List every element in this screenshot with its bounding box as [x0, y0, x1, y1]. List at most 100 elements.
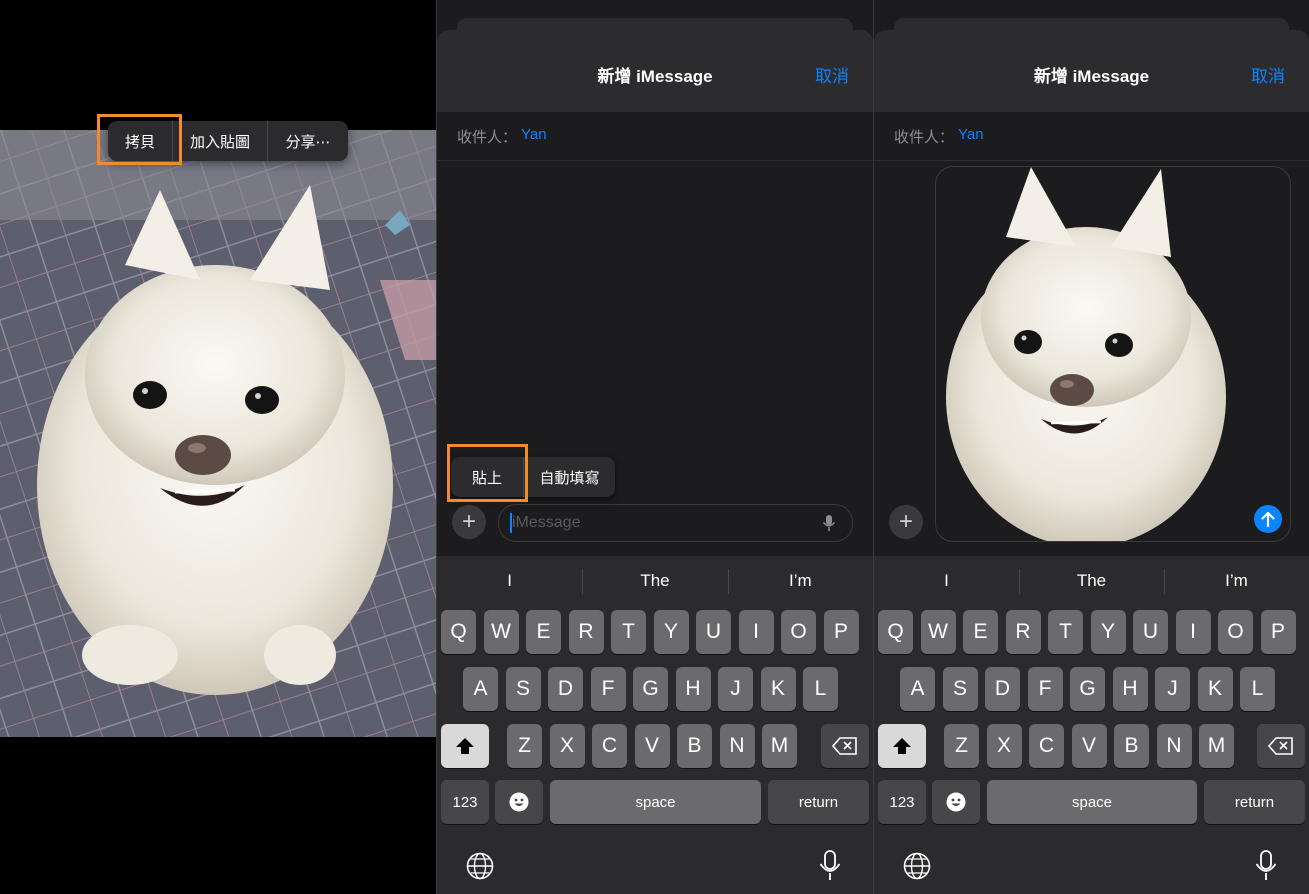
key-c[interactable]: C — [592, 724, 627, 768]
paste-highlight-box — [447, 444, 528, 502]
key-z[interactable]: Z — [507, 724, 542, 768]
copy-highlight-box — [97, 114, 182, 165]
add-sticker-menu-item[interactable]: 加入貼圖 — [172, 121, 267, 161]
key-a[interactable]: A — [463, 667, 498, 711]
key-y[interactable]: Y — [1090, 610, 1126, 654]
cancel-button[interactable]: 取消 — [1251, 62, 1285, 87]
key-h[interactable]: H — [1112, 667, 1148, 711]
key-x[interactable]: X — [986, 724, 1022, 768]
space-key[interactable]: space — [987, 780, 1197, 824]
globe-icon[interactable] — [465, 851, 495, 881]
message-input[interactable]: iMessage — [498, 504, 853, 542]
prediction-suggestion[interactable]: I’m — [728, 571, 873, 591]
key-l[interactable]: L — [803, 667, 838, 711]
key-e[interactable]: E — [526, 610, 561, 654]
key-k[interactable]: K — [760, 667, 796, 711]
key-g[interactable]: G — [1070, 667, 1105, 711]
key-s[interactable]: S — [505, 667, 541, 711]
key-o[interactable]: O — [1218, 610, 1253, 654]
key-m[interactable]: M — [762, 724, 797, 768]
sheet-title: 新增 iMessage — [1033, 67, 1150, 86]
dog-sticker-image — [946, 167, 1226, 541]
recipient-row[interactable]: 收件人： Yan — [874, 112, 1309, 161]
key-c[interactable]: C — [1029, 724, 1064, 768]
key-i[interactable]: I — [738, 610, 774, 654]
key-f[interactable]: F — [1027, 667, 1063, 711]
new-message-panel-sticker: 新增 iMessage 取消 收件人： Yan + I The I’m Q W … — [874, 0, 1309, 894]
key-t[interactable]: T — [611, 610, 646, 654]
key-w[interactable]: W — [920, 610, 956, 654]
key-u[interactable]: U — [696, 610, 731, 654]
key-d[interactable]: D — [985, 667, 1020, 711]
recipient-name[interactable]: Yan — [521, 126, 547, 143]
autofill-menu-item[interactable]: 自動填寫 — [523, 457, 615, 497]
recipient-row[interactable]: 收件人： Yan — [437, 112, 873, 161]
key-h[interactable]: H — [675, 667, 711, 711]
key-n[interactable]: N — [719, 724, 755, 768]
emoji-icon[interactable] — [932, 780, 980, 824]
key-j[interactable]: J — [718, 667, 753, 711]
key-j[interactable]: J — [1155, 667, 1190, 711]
key-q[interactable]: Q — [878, 610, 913, 654]
key-p[interactable]: P — [1260, 610, 1296, 654]
prediction-suggestion[interactable]: I’m — [1164, 571, 1309, 591]
key-k[interactable]: K — [1197, 667, 1233, 711]
key-w[interactable]: W — [483, 610, 519, 654]
microphone-icon[interactable] — [817, 850, 843, 882]
key-y[interactable]: Y — [653, 610, 689, 654]
prediction-suggestion[interactable]: I — [874, 571, 1019, 591]
key-s[interactable]: S — [942, 667, 978, 711]
prediction-suggestion[interactable]: I — [437, 571, 582, 591]
return-key[interactable]: return — [768, 780, 869, 824]
send-arrow-icon[interactable] — [1254, 505, 1282, 533]
key-x[interactable]: X — [549, 724, 585, 768]
key-b[interactable]: B — [1114, 724, 1149, 768]
microphone-icon[interactable] — [1253, 850, 1279, 882]
key-q[interactable]: Q — [441, 610, 476, 654]
key-t[interactable]: T — [1048, 610, 1083, 654]
key-d[interactable]: D — [548, 667, 583, 711]
cancel-button[interactable]: 取消 — [815, 62, 849, 87]
keyboard: I The I’m Q W E R T Y U I O P A S D F G H J K L Z X C V B N M 123 spac… — [437, 556, 873, 894]
delete-icon[interactable] — [821, 724, 869, 768]
emoji-icon[interactable] — [495, 780, 543, 824]
recipient-name[interactable]: Yan — [958, 126, 984, 143]
key-u[interactable]: U — [1133, 610, 1168, 654]
recipient-label: 收件人： — [894, 129, 955, 146]
share-menu-item[interactable]: 分享⋯ — [267, 121, 348, 161]
key-l[interactable]: L — [1240, 667, 1275, 711]
key-r[interactable]: R — [568, 610, 604, 654]
key-r[interactable]: R — [1005, 610, 1041, 654]
numbers-key[interactable]: 123 — [441, 780, 489, 824]
delete-icon[interactable] — [1257, 724, 1305, 768]
shift-icon[interactable] — [878, 724, 926, 768]
key-a[interactable]: A — [900, 667, 935, 711]
key-v[interactable]: V — [634, 724, 670, 768]
prediction-suggestion[interactable]: The — [1019, 571, 1164, 591]
dog-photo[interactable] — [0, 130, 436, 737]
key-g[interactable]: G — [633, 667, 668, 711]
key-m[interactable]: M — [1199, 724, 1234, 768]
message-input-with-sticker[interactable] — [935, 166, 1291, 542]
plus-icon[interactable]: + — [889, 505, 923, 539]
key-f[interactable]: F — [590, 667, 626, 711]
shift-icon[interactable] — [441, 724, 489, 768]
key-n[interactable]: N — [1156, 724, 1192, 768]
return-key[interactable]: return — [1204, 780, 1305, 824]
prediction-bar: I The I’m — [874, 556, 1309, 606]
globe-icon[interactable] — [902, 851, 932, 881]
prediction-suggestion[interactable]: The — [582, 571, 727, 591]
key-e[interactable]: E — [963, 610, 998, 654]
key-b[interactable]: B — [677, 724, 712, 768]
microphone-icon[interactable] — [820, 514, 838, 532]
key-i[interactable]: I — [1175, 610, 1211, 654]
dog-photo-image — [0, 130, 436, 737]
key-p[interactable]: P — [823, 610, 859, 654]
plus-icon[interactable]: + — [452, 505, 486, 539]
numbers-key[interactable]: 123 — [878, 780, 926, 824]
prediction-bar: I The I’m — [437, 556, 873, 606]
space-key[interactable]: space — [550, 780, 761, 824]
key-v[interactable]: V — [1071, 724, 1107, 768]
key-z[interactable]: Z — [944, 724, 979, 768]
key-o[interactable]: O — [781, 610, 816, 654]
